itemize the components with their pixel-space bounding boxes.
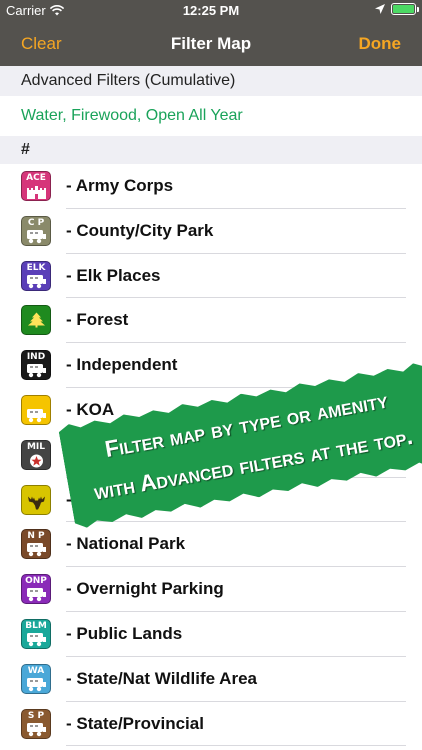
category-icon: WA xyxy=(21,663,51,694)
rv-icon xyxy=(26,274,47,289)
location-arrow-icon xyxy=(375,4,385,14)
category-icon: ELK xyxy=(21,260,51,291)
category-abbr: C P xyxy=(27,217,45,228)
filter-row[interactable]: C P - County/City Park xyxy=(0,208,422,254)
category-icon: BLM xyxy=(21,619,51,649)
category-icon xyxy=(21,305,51,336)
filter-row-label: - County/City Park xyxy=(66,220,214,240)
filter-row-label: - Elk Places xyxy=(66,265,161,285)
filter-row[interactable]: N P - National Park xyxy=(0,522,422,568)
filter-row[interactable]: ACE - Army Corps xyxy=(0,164,422,209)
advanced-filters-header: Advanced Filters (Cumulative) xyxy=(0,66,422,96)
battery-icon xyxy=(391,3,419,15)
filter-row[interactable]: WA - State/Nat Wildlife Area xyxy=(0,656,422,702)
rv-icon xyxy=(26,677,47,692)
rv-icon xyxy=(26,542,47,557)
category-icon xyxy=(21,484,51,515)
filter-row[interactable]: BLM - Public Lands xyxy=(0,612,422,657)
rv-icon xyxy=(26,632,47,647)
filter-row-label: - Independent xyxy=(66,355,178,375)
clear-button[interactable]: Clear xyxy=(21,34,62,54)
moose-icon xyxy=(26,496,47,513)
category-icon: ONP xyxy=(21,574,51,605)
category-abbr: BLM xyxy=(25,621,47,631)
category-icon: N P xyxy=(21,529,51,560)
filter-row-label: - Forest xyxy=(66,310,129,330)
filter-row-label: - National Park xyxy=(66,534,186,554)
filter-row[interactable]: ELK - Elk Places xyxy=(0,253,422,299)
rv-icon xyxy=(26,229,47,244)
category-abbr: ACE xyxy=(26,173,46,183)
category-icon xyxy=(21,395,51,425)
filter-row-label: - State/Nat Wildlife Area xyxy=(66,668,257,688)
category-abbr: WA xyxy=(27,665,45,676)
category-icon: S P xyxy=(21,708,51,739)
done-button[interactable]: Done xyxy=(359,34,402,54)
rv-icon xyxy=(26,587,47,602)
filter-row[interactable]: S P - State/Provincial xyxy=(0,701,422,747)
filter-row[interactable]: - Forest xyxy=(0,298,422,344)
category-abbr: MIL xyxy=(26,441,46,452)
filter-row-label: - Army Corps xyxy=(66,176,174,195)
advanced-filters-value[interactable]: Water, Firewood, Open All Year xyxy=(0,96,422,136)
status-bar: Carrier 12:25 PM xyxy=(0,0,422,22)
category-icon: IND xyxy=(21,350,51,381)
filter-row-label: - State/Provincial xyxy=(66,713,204,733)
rv-icon xyxy=(26,363,47,378)
category-abbr: ONP xyxy=(25,576,47,587)
category-abbr: S P xyxy=(27,710,45,721)
filter-row[interactable]: ONP - Overnight Parking xyxy=(0,567,422,612)
rv-icon xyxy=(26,408,47,423)
castle-icon xyxy=(26,184,47,199)
category-abbr: N P xyxy=(27,531,45,542)
category-icon: C P xyxy=(21,215,51,246)
nav-bar: Clear Filter Map Done xyxy=(0,22,422,66)
category-icon: MIL xyxy=(21,439,51,470)
category-icon: ACE xyxy=(21,171,51,201)
status-time: 12:25 PM xyxy=(182,3,240,18)
rv-icon xyxy=(26,722,47,737)
row-divider xyxy=(66,745,406,747)
section-header: # xyxy=(0,136,422,164)
star-icon xyxy=(26,453,47,468)
filter-row-label: - Public Lands xyxy=(66,624,183,643)
category-abbr: IND xyxy=(26,352,46,363)
tree-icon xyxy=(26,312,47,333)
status-right xyxy=(375,3,419,15)
filter-row-label: - Overnight Parking xyxy=(66,579,224,599)
category-abbr: ELK xyxy=(26,262,46,273)
